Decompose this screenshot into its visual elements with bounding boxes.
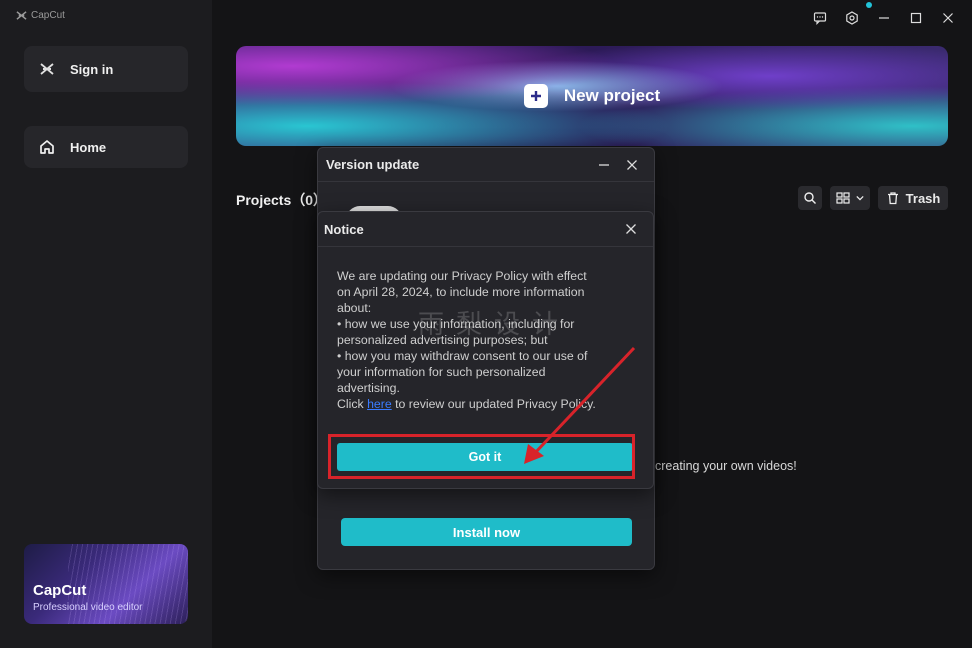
notice-header: Notice bbox=[318, 212, 653, 247]
notice-body: We are updating our Privacy Policy with … bbox=[337, 268, 627, 412]
version-minimize-button[interactable] bbox=[590, 151, 618, 179]
close-icon bbox=[627, 159, 637, 170]
sidebar-item-home[interactable]: Home bbox=[24, 126, 188, 168]
version-update-title: Version update bbox=[326, 157, 420, 172]
projects-title: Projects（0） bbox=[236, 192, 328, 208]
notice-line: • how you may withdraw consent to our us… bbox=[337, 349, 588, 363]
trash-icon bbox=[887, 192, 898, 205]
click-suffix: to review our updated Privacy Policy. bbox=[391, 397, 596, 411]
plus-icon bbox=[523, 84, 548, 108]
notice-line: advertising. bbox=[337, 381, 400, 395]
home-label: Home bbox=[70, 139, 107, 155]
search-button[interactable] bbox=[798, 186, 822, 210]
maximize-icon bbox=[910, 12, 922, 24]
close-icon bbox=[626, 224, 636, 234]
promo-card[interactable]: CapCut Professional video editor bbox=[24, 544, 188, 624]
trash-button[interactable]: Trash bbox=[878, 186, 948, 210]
window-controls bbox=[804, 8, 964, 28]
notice-click-line: Click here to review our updated Privacy… bbox=[337, 396, 627, 412]
notice-line: personalized advertising purposes; but bbox=[337, 333, 548, 347]
sidebar: CapCut Sign in Home CapCut Professional … bbox=[0, 0, 212, 648]
privacy-policy-link[interactable]: here bbox=[367, 397, 392, 411]
promo-title: CapCut bbox=[33, 582, 87, 599]
maximize-button[interactable] bbox=[900, 8, 932, 28]
version-update-header: Version update bbox=[318, 148, 654, 182]
capcut-icon bbox=[40, 63, 54, 75]
new-project-banner[interactable]: New project bbox=[236, 46, 948, 146]
notice-line: • how we use your information, including… bbox=[337, 317, 575, 331]
new-project-label: New project bbox=[563, 86, 661, 105]
close-window-button[interactable] bbox=[932, 8, 964, 28]
close-icon bbox=[943, 13, 953, 23]
minimize-icon bbox=[879, 17, 889, 19]
install-now-button[interactable]: Install now bbox=[341, 518, 632, 546]
sign-in-label: Sign in bbox=[70, 61, 114, 77]
view-mode-button[interactable] bbox=[830, 186, 870, 210]
notice-title: Notice bbox=[324, 221, 364, 237]
got-it-button[interactable]: Got it bbox=[337, 443, 633, 471]
trash-label: Trash bbox=[905, 190, 941, 206]
feedback-button[interactable] bbox=[804, 8, 836, 28]
grid-view-icon bbox=[836, 192, 850, 204]
promo-subtitle: Professional video editor bbox=[33, 602, 143, 613]
empty-projects-tip: creating your own videos! bbox=[655, 459, 797, 473]
notice-line: about: bbox=[337, 301, 372, 315]
chevron-down-icon bbox=[856, 195, 864, 201]
sign-in-button[interactable]: Sign in bbox=[24, 46, 188, 92]
home-icon bbox=[40, 140, 54, 154]
minimize-icon bbox=[599, 163, 609, 166]
click-prefix: Click bbox=[337, 397, 368, 411]
version-close-button[interactable] bbox=[618, 151, 646, 179]
notice-line: on April 28, 2024, to include more infor… bbox=[337, 285, 585, 299]
notice-line: your information for such personalized bbox=[337, 365, 546, 379]
app-title: CapCut bbox=[31, 10, 65, 21]
search-icon bbox=[804, 192, 816, 204]
notice-close-button[interactable] bbox=[617, 215, 645, 243]
minimize-button[interactable] bbox=[868, 8, 900, 28]
settings-button[interactable] bbox=[836, 8, 868, 28]
app-logo: CapCut bbox=[16, 10, 65, 21]
settings-icon bbox=[846, 11, 858, 25]
notice-line: We are updating our Privacy Policy with … bbox=[337, 269, 587, 283]
capcut-logo-icon bbox=[16, 11, 27, 20]
feedback-icon bbox=[813, 12, 827, 25]
notice-dialog: Notice We are updating our Privacy Polic… bbox=[317, 211, 654, 489]
